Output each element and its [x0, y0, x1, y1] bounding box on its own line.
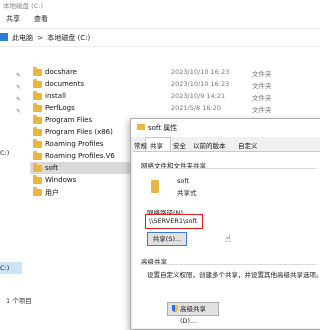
- pin-icon[interactable]: ✎: [16, 97, 22, 103]
- breadcrumb-separator: >: [37, 34, 44, 42]
- address-bar[interactable]: 此电脑 > 本地磁盘 (C:): [0, 30, 320, 47]
- file-name: 用户: [45, 189, 59, 197]
- tab-customize[interactable]: 自定义: [238, 140, 258, 150]
- dialog-title: soft 属性: [148, 124, 178, 132]
- file-row[interactable]: documents 2023/10/10 16:23 文件夹: [30, 78, 320, 90]
- computer-icon: [0, 33, 8, 41]
- ribbon-tab-view[interactable]: 查看: [34, 14, 48, 24]
- ribbon: 共享 查看: [0, 10, 320, 29]
- tab-general[interactable]: 常规: [134, 140, 147, 150]
- file-type: 文件夹: [252, 70, 272, 78]
- network-path-value[interactable]: \\SERVER1\soft: [149, 217, 197, 225]
- file-row[interactable]: docshare 2023/10/10 16:23 文件夹: [30, 66, 320, 78]
- folder-icon: [33, 151, 42, 160]
- share-state: 共享式: [177, 189, 197, 197]
- file-name: install: [45, 92, 66, 100]
- window-titlebar: 本地磁盘 (C:): [0, 0, 320, 10]
- file-row[interactable]: install 2023/10/9 14:21 文件夹: [30, 90, 320, 102]
- advanced-sharing-button-label: 高级共享(D)...: [180, 305, 206, 325]
- folder-icon: [33, 139, 42, 148]
- sharing-panel: 网络文件和文件夹共享 soft 共享式 网络路径(N): \\SERVER1\s…: [133, 151, 320, 328]
- advanced-sharing-button[interactable]: 高级共享(D)...: [167, 302, 219, 325]
- share-button[interactable]: 共享(S)...: [147, 232, 187, 246]
- breadcrumb-drive-c[interactable]: 本地磁盘 (C:): [47, 34, 90, 42]
- tab-previous-versions[interactable]: 以前的版本: [193, 140, 226, 150]
- file-name: Program Files: [45, 116, 93, 124]
- file-date: 2023/10/10 16:23: [171, 68, 230, 76]
- group-divider: [141, 264, 317, 265]
- pin-icon[interactable]: ✎: [16, 73, 22, 79]
- status-item-count: 1 个项目: [6, 297, 32, 305]
- folder-icon: [33, 91, 42, 100]
- pin-icon[interactable]: ✎: [16, 109, 22, 115]
- nav-drive-c[interactable]: C:): [0, 149, 9, 157]
- dialog-titlebar[interactable]: soft 属性: [131, 119, 320, 137]
- file-row[interactable]: PerfLogs 2021/5/8 16:20 文件夹: [30, 102, 320, 114]
- file-type: 文件夹: [252, 106, 272, 114]
- file-date: 2023/10/9 14:21: [171, 92, 226, 100]
- file-name: documents: [45, 80, 84, 88]
- file-date: 2023/10/10 16:23: [171, 80, 230, 88]
- file-date: 2021/5/8 16:20: [171, 104, 221, 112]
- dialog-tabs: 常规 共享 安全 以前的版本 自定义: [131, 137, 320, 151]
- folder-icon: [137, 124, 145, 130]
- breadcrumb: 此电脑 > 本地磁盘 (C:): [12, 33, 92, 43]
- hand-cursor-icon: ☝: [225, 234, 232, 245]
- file-type: 文件夹: [252, 94, 272, 102]
- tab-security[interactable]: 安全: [173, 140, 186, 150]
- folder-icon: [33, 175, 42, 184]
- file-name: docshare: [45, 68, 77, 76]
- share-name: soft: [177, 177, 190, 185]
- properties-dialog: soft 属性 常规 共享 安全 以前的版本 自定义 网络文件和文件夹共享 so…: [130, 118, 320, 330]
- folder-icon: [33, 115, 42, 124]
- group-divider: [141, 168, 317, 169]
- tab-sharing[interactable]: 共享: [150, 140, 163, 150]
- advanced-sharing-description: 设置自定义权限，创建多个共享，并设置其他高级共享选项。: [147, 271, 320, 279]
- nav-drive-c-selected[interactable]: C:): [0, 264, 9, 272]
- folder-icon: [33, 79, 42, 88]
- pin-icon[interactable]: ✎: [16, 85, 22, 91]
- file-name: Windows: [45, 176, 77, 184]
- folder-icon: [33, 163, 42, 172]
- file-name: PerfLogs: [45, 104, 75, 112]
- file-name: Roaming Profiles.V6: [45, 152, 115, 160]
- file-name: Program Files (x86): [45, 128, 113, 136]
- folder-icon: [33, 187, 42, 196]
- file-name: soft: [45, 164, 59, 172]
- folder-icon: [151, 180, 159, 193]
- file-type: 文件夹: [252, 82, 272, 90]
- window-title: 本地磁盘 (C:): [3, 2, 43, 10]
- ribbon-tab-share[interactable]: 共享: [6, 14, 20, 24]
- folder-icon: [33, 127, 42, 136]
- folder-icon: [33, 103, 42, 112]
- breadcrumb-this-pc[interactable]: 此电脑: [12, 34, 33, 42]
- uac-shield-icon: [172, 305, 178, 312]
- folder-icon: [33, 67, 42, 76]
- file-name: Roaming Profiles: [45, 140, 104, 148]
